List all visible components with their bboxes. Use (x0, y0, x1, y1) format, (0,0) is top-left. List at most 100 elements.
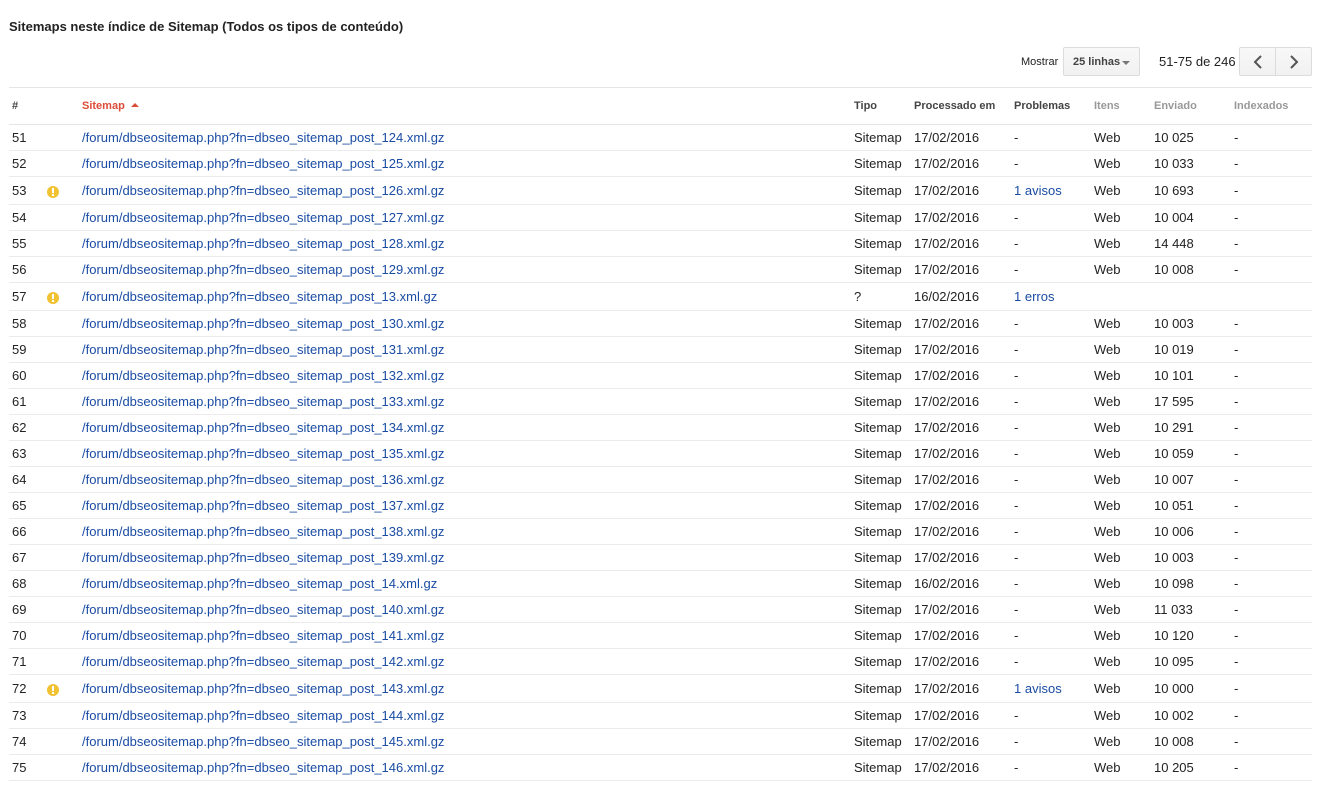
column-header-type[interactable]: Tipo (851, 87, 911, 125)
sitemap-link[interactable]: /forum/dbseositemap.php?fn=dbseo_sitemap… (82, 368, 444, 383)
column-header-issues[interactable]: Problemas (1011, 87, 1091, 125)
row-processed: 17/02/2016 (911, 518, 1011, 545)
row-submitted: 10 003 (1151, 310, 1231, 337)
sitemap-link[interactable]: /forum/dbseositemap.php?fn=dbseo_sitemap… (82, 708, 444, 723)
row-items: Web (1091, 256, 1151, 283)
sitemap-link[interactable]: /forum/dbseositemap.php?fn=dbseo_sitemap… (82, 576, 437, 591)
row-submitted: 10 693 (1151, 176, 1231, 205)
sitemap-link[interactable]: /forum/dbseositemap.php?fn=dbseo_sitemap… (82, 183, 444, 198)
row-status (44, 648, 79, 675)
sitemap-link[interactable]: /forum/dbseositemap.php?fn=dbseo_sitemap… (82, 420, 444, 435)
row-items: Web (1091, 388, 1151, 415)
sitemap-link[interactable]: /forum/dbseositemap.php?fn=dbseo_sitemap… (82, 236, 444, 251)
row-sitemap: /forum/dbseositemap.php?fn=dbseo_sitemap… (79, 622, 851, 649)
sitemap-link[interactable]: /forum/dbseositemap.php?fn=dbseo_sitemap… (82, 628, 444, 643)
sitemap-link[interactable]: /forum/dbseositemap.php?fn=dbseo_sitemap… (82, 734, 444, 749)
column-header-number[interactable]: # (9, 87, 44, 125)
row-number: 57 (9, 282, 44, 311)
row-indexed: - (1231, 622, 1312, 649)
table-row: 61/forum/dbseositemap.php?fn=dbseo_sitem… (9, 388, 1312, 415)
table-row: 55/forum/dbseositemap.php?fn=dbseo_sitem… (9, 230, 1312, 257)
warning-icon (47, 185, 59, 198)
table-row: 56/forum/dbseositemap.php?fn=dbseo_sitem… (9, 256, 1312, 283)
sitemap-link[interactable]: /forum/dbseositemap.php?fn=dbseo_sitemap… (82, 550, 444, 565)
sitemap-link[interactable]: /forum/dbseositemap.php?fn=dbseo_sitemap… (82, 262, 444, 277)
sitemap-link[interactable]: /forum/dbseositemap.php?fn=dbseo_sitemap… (82, 681, 444, 696)
sitemap-link[interactable]: /forum/dbseositemap.php?fn=dbseo_sitemap… (82, 446, 444, 461)
issues-link[interactable]: 1 avisos (1014, 681, 1062, 696)
row-submitted: 17 595 (1151, 388, 1231, 415)
row-processed: 17/02/2016 (911, 466, 1011, 493)
row-submitted: 10 003 (1151, 544, 1231, 571)
row-status (44, 230, 79, 257)
row-type: Sitemap (851, 310, 911, 337)
row-number: 56 (9, 256, 44, 283)
column-header-processed[interactable]: Processado em (911, 87, 1011, 125)
row-status (44, 150, 79, 177)
row-indexed: - (1231, 648, 1312, 675)
next-page-button[interactable] (1275, 47, 1312, 76)
table-row: 64/forum/dbseositemap.php?fn=dbseo_sitem… (9, 466, 1312, 493)
row-type: Sitemap (851, 440, 911, 467)
sitemap-link[interactable]: /forum/dbseositemap.php?fn=dbseo_sitemap… (82, 654, 444, 669)
row-type: Sitemap (851, 728, 911, 755)
row-indexed: - (1231, 596, 1312, 623)
row-type: Sitemap (851, 622, 911, 649)
row-sitemap: /forum/dbseositemap.php?fn=dbseo_sitemap… (79, 570, 851, 597)
table-row: 51/forum/dbseositemap.php?fn=dbseo_sitem… (9, 124, 1312, 151)
sitemap-link[interactable]: /forum/dbseositemap.php?fn=dbseo_sitemap… (82, 472, 444, 487)
row-sitemap: /forum/dbseositemap.php?fn=dbseo_sitemap… (79, 150, 851, 177)
sitemap-link[interactable]: /forum/dbseositemap.php?fn=dbseo_sitemap… (82, 316, 444, 331)
sitemap-link[interactable]: /forum/dbseositemap.php?fn=dbseo_sitemap… (82, 210, 444, 225)
row-submitted: 10 025 (1151, 124, 1231, 151)
row-items: Web (1091, 204, 1151, 231)
row-issues: - (1011, 702, 1091, 729)
row-issues: - (1011, 230, 1091, 257)
sitemap-link[interactable]: /forum/dbseositemap.php?fn=dbseo_sitemap… (82, 394, 444, 409)
row-issues: - (1011, 492, 1091, 519)
sitemaps-table-container: # Sitemap Tipo Processado em Problemas I… (9, 87, 1312, 781)
previous-page-button[interactable] (1239, 47, 1276, 76)
sitemap-link[interactable]: /forum/dbseositemap.php?fn=dbseo_sitemap… (82, 602, 444, 617)
column-header-sitemap[interactable]: Sitemap (79, 87, 851, 125)
sitemap-link[interactable]: /forum/dbseositemap.php?fn=dbseo_sitemap… (82, 498, 444, 513)
issues-link[interactable]: 1 avisos (1014, 183, 1062, 198)
row-issues: - (1011, 204, 1091, 231)
row-indexed: - (1231, 336, 1312, 363)
pagination-range: 51-75 de 246 (1159, 54, 1236, 69)
row-number: 70 (9, 622, 44, 649)
sitemap-link[interactable]: /forum/dbseositemap.php?fn=dbseo_sitemap… (82, 289, 437, 304)
row-indexed: - (1231, 754, 1312, 781)
issues-link[interactable]: 1 erros (1014, 289, 1054, 304)
row-issues: - (1011, 388, 1091, 415)
table-row: 67/forum/dbseositemap.php?fn=dbseo_sitem… (9, 544, 1312, 571)
row-status (44, 728, 79, 755)
row-status (44, 310, 79, 337)
row-status (44, 544, 79, 571)
sitemap-link[interactable]: /forum/dbseositemap.php?fn=dbseo_sitemap… (82, 342, 444, 357)
row-processed: 17/02/2016 (911, 596, 1011, 623)
sitemap-link[interactable]: /forum/dbseositemap.php?fn=dbseo_sitemap… (82, 130, 444, 145)
row-issues: 1 avisos (1011, 176, 1091, 205)
row-number: 54 (9, 204, 44, 231)
sitemap-link[interactable]: /forum/dbseositemap.php?fn=dbseo_sitemap… (82, 524, 444, 539)
row-number: 61 (9, 388, 44, 415)
row-number: 62 (9, 414, 44, 441)
sitemap-link[interactable]: /forum/dbseositemap.php?fn=dbseo_sitemap… (82, 760, 444, 775)
warning-icon (47, 291, 59, 304)
row-sitemap: /forum/dbseositemap.php?fn=dbseo_sitemap… (79, 492, 851, 519)
row-submitted (1151, 282, 1231, 311)
row-submitted: 10 120 (1151, 622, 1231, 649)
row-status (44, 256, 79, 283)
row-issues: - (1011, 124, 1091, 151)
row-type: Sitemap (851, 754, 911, 781)
table-row: 75/forum/dbseositemap.php?fn=dbseo_sitem… (9, 754, 1312, 781)
row-status (44, 754, 79, 781)
sitemap-link[interactable]: /forum/dbseositemap.php?fn=dbseo_sitemap… (82, 156, 444, 171)
row-indexed: - (1231, 492, 1312, 519)
row-type: Sitemap (851, 124, 911, 151)
rows-per-page-select[interactable]: 25 linhas (1063, 47, 1140, 76)
row-status (44, 124, 79, 151)
row-issues: - (1011, 414, 1091, 441)
row-type: Sitemap (851, 362, 911, 389)
